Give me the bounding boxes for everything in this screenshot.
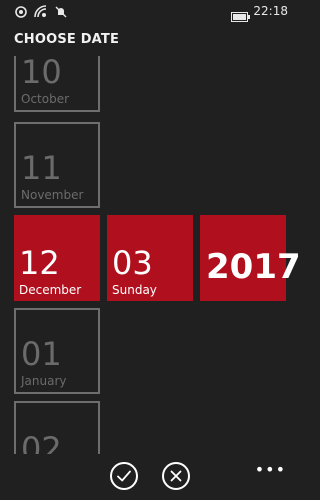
- year-number: 2017: [206, 247, 300, 287]
- date-picker: 10 October 11 November 12 December 01 Ja…: [0, 56, 300, 454]
- month-tile-december-selected[interactable]: 12 December: [14, 215, 100, 301]
- status-bar: 22:18: [0, 0, 300, 24]
- more-options-button[interactable]: •••: [255, 460, 286, 479]
- month-number: 10: [21, 56, 62, 91]
- wifi-icon: [34, 4, 48, 23]
- cancel-button[interactable]: [162, 462, 190, 490]
- close-icon: [170, 470, 182, 482]
- month-tile-october[interactable]: 10 October: [14, 56, 100, 112]
- month-number: 11: [21, 149, 62, 187]
- date-picker-screen: 22:18 CHOOSE DATE 10 October 11 November…: [0, 0, 300, 500]
- battery-icon: [231, 7, 251, 26]
- month-number: 12: [19, 244, 60, 282]
- page-title: CHOOSE DATE: [14, 32, 120, 47]
- month-tile-january[interactable]: 01 January: [14, 308, 100, 394]
- day-label: Sunday: [112, 283, 157, 297]
- year-tile-selected[interactable]: 2017: [200, 215, 300, 301]
- month-tile-november[interactable]: 11 November: [14, 122, 100, 208]
- app-bar: •••: [0, 454, 300, 500]
- month-number: 02: [21, 430, 62, 454]
- day-tile-selected[interactable]: 03 Sunday: [107, 215, 193, 301]
- day-number: 03: [112, 244, 153, 282]
- month-label: November: [21, 188, 84, 202]
- month-tile-february[interactable]: 02: [14, 401, 100, 454]
- quiet-hours-icon: [54, 4, 68, 23]
- month-number: 01: [21, 335, 62, 373]
- status-time: 22:18: [253, 4, 288, 18]
- month-label: December: [19, 283, 82, 297]
- month-label: January: [21, 374, 67, 388]
- check-icon: [117, 470, 131, 482]
- confirm-button[interactable]: [110, 462, 138, 490]
- data-sync-icon: [14, 4, 28, 23]
- month-label: October: [21, 92, 70, 106]
